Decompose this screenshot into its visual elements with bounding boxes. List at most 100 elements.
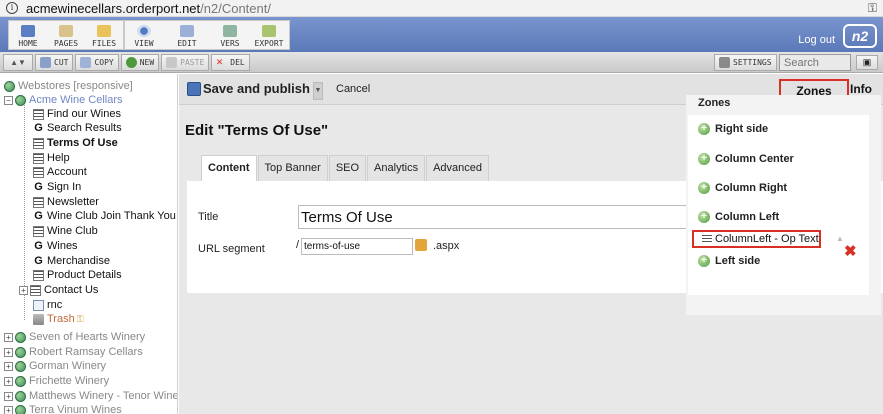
toolbar-group-page: VIEW EDIT VERS EXPORT <box>124 20 290 50</box>
add-icon[interactable]: + <box>698 211 710 223</box>
g-icon: G <box>34 180 43 193</box>
tab-advanced[interactable]: Advanced <box>426 155 490 181</box>
tree-item-wine-club[interactable]: Wine Club <box>33 224 98 238</box>
tree-item-newsletter[interactable]: Newsletter <box>33 195 99 209</box>
tree-item-trash[interactable]: Trash ⚿ <box>33 312 84 326</box>
tree-site-acme[interactable]: − Acme Wine Cellars <box>4 93 123 107</box>
save-options-dropdown[interactable]: ▼ <box>313 82 323 100</box>
zone-part-columnleft-text[interactable]: ColumnLeft - Op Text <box>692 230 821 248</box>
page-icon <box>30 284 41 296</box>
tree-item-rnc[interactable]: rnc <box>33 298 62 312</box>
zone-left-side[interactable]: + Left side <box>698 255 760 267</box>
cancel-button[interactable]: Cancel <box>336 83 370 95</box>
tab-analytics[interactable]: Analytics <box>367 155 426 181</box>
tree-item-contact-us[interactable]: + Contact Us <box>19 283 98 297</box>
export-button[interactable]: EXPORT <box>249 21 289 49</box>
zones-list: + Right side + Column Center + Column Right… <box>688 115 869 295</box>
tree-site-gorman[interactable]: + Gorman Winery <box>4 359 106 373</box>
tree-item-search-results[interactable]: G Search Results <box>33 121 121 135</box>
tree-root[interactable]: Webstores [responsive] <box>4 79 133 93</box>
up-down-arrows-button[interactable]: ▲▼ <box>3 53 33 71</box>
copy-button[interactable]: COPY <box>75 53 119 71</box>
edit-button[interactable]: EDIT <box>163 21 211 49</box>
url-segment-input[interactable] <box>301 238 413 255</box>
expand-icon[interactable]: + <box>4 391 13 401</box>
add-icon[interactable]: + <box>698 182 710 194</box>
view-button[interactable]: VIEW <box>125 21 163 49</box>
new-button[interactable]: NEW <box>120 53 160 71</box>
globe-icon <box>15 94 26 106</box>
versions-button[interactable]: VERS <box>211 21 249 49</box>
versions-icon <box>223 25 237 37</box>
tree-item-wines[interactable]: G Wines <box>33 239 77 253</box>
expand-icon[interactable]: + <box>4 332 13 342</box>
paste-button[interactable]: PASTE <box>161 53 210 71</box>
binoculars-icon[interactable]: ▣ <box>856 55 878 70</box>
move-up-icon[interactable]: ▲ <box>836 234 844 243</box>
tree-site-matthews[interactable]: + Matthews Winery - Tenor Wine <box>4 389 177 403</box>
key-icon[interactable]: ⚿ <box>868 1 877 16</box>
expand-icon[interactable]: + <box>4 361 13 371</box>
settings-button[interactable]: SETTINGS <box>714 54 777 71</box>
tree-item-help[interactable]: Help <box>33 151 70 165</box>
expand-icon[interactable]: + <box>4 376 13 386</box>
scissors-icon <box>40 56 51 68</box>
tree-item-wine-club-join-thank-you[interactable]: G Wine Club Join Thank You <box>33 209 176 223</box>
search-input[interactable] <box>779 54 851 71</box>
g-icon: G <box>34 209 43 222</box>
eye-icon <box>137 25 151 37</box>
delete-part-icon[interactable]: ✖ <box>844 242 857 260</box>
zones-header: Zones <box>698 97 731 109</box>
add-icon[interactable]: + <box>698 255 710 267</box>
tree-item-find-our-wines[interactable]: Find our Wines <box>33 107 121 121</box>
add-icon[interactable]: + <box>698 153 710 165</box>
title-input[interactable] <box>298 205 698 229</box>
tree-item-product-details[interactable]: Product Details <box>33 268 122 282</box>
zone-column-center[interactable]: + Column Center <box>698 153 794 165</box>
cut-button[interactable]: CUT <box>35 53 74 71</box>
pages-button[interactable]: PAGES <box>47 21 85 49</box>
logout-link[interactable]: Log out <box>798 34 835 46</box>
tree-item-account[interactable]: Account <box>33 165 87 179</box>
pages-icon <box>59 25 73 37</box>
tab-seo[interactable]: SEO <box>328 155 367 181</box>
url-prefix: / <box>296 239 300 251</box>
tree-site-terra-vinum[interactable]: + Terra Vinum Wines <box>4 403 122 414</box>
tree-item-sign-in[interactable]: G Sign In <box>33 180 81 194</box>
collapse-icon[interactable]: − <box>4 95 13 105</box>
delete-button[interactable]: ✕ DEL <box>211 53 250 71</box>
document-icon <box>33 299 44 311</box>
tree-site-frichette[interactable]: + Frichette Winery <box>4 374 109 388</box>
tab-top-banner[interactable]: Top Banner <box>257 155 328 181</box>
url-segment-label: URL segment <box>198 243 265 255</box>
zone-column-left[interactable]: + Column Left <box>698 211 779 223</box>
expand-icon[interactable]: + <box>4 405 13 414</box>
page-icon <box>33 137 44 149</box>
info-button[interactable]: Info <box>850 82 872 96</box>
address-bar[interactable]: i acmewinecellars.orderport.net /n2/Cont… <box>0 0 883 17</box>
lock-icon[interactable] <box>415 239 427 251</box>
add-icon[interactable]: + <box>698 123 710 135</box>
files-button[interactable]: FILES <box>85 21 123 49</box>
info-icon[interactable]: i <box>6 2 18 14</box>
expand-icon[interactable]: + <box>4 347 13 357</box>
page-icon <box>33 108 44 120</box>
expand-icon[interactable]: + <box>19 285 28 295</box>
home-button[interactable]: HOME <box>9 21 47 49</box>
save-and-publish-button[interactable]: Save and publish <box>187 81 310 96</box>
zone-right-side[interactable]: + Right side <box>698 123 768 135</box>
tree-item-merchandise[interactable]: G Merchandise <box>33 254 110 268</box>
tree-item-terms-of-use[interactable]: Terms Of Use <box>33 136 118 150</box>
home-icon <box>21 25 35 37</box>
g-icon: G <box>34 121 43 134</box>
zone-column-right[interactable]: + Column Right <box>698 182 787 194</box>
text-icon <box>702 234 712 244</box>
trash-icon <box>33 313 44 325</box>
tree-site-seven-of-hearts[interactable]: + Seven of Hearts Winery <box>4 330 145 344</box>
tree-site-robert-ramsay[interactable]: + Robert Ramsay Cellars <box>4 345 143 359</box>
editor-tabs: Content Top Banner SEO Analytics Advance… <box>201 155 490 181</box>
page-icon <box>33 269 44 281</box>
plus-icon <box>125 56 137 68</box>
export-icon <box>262 25 276 37</box>
tab-content[interactable]: Content <box>201 155 257 181</box>
